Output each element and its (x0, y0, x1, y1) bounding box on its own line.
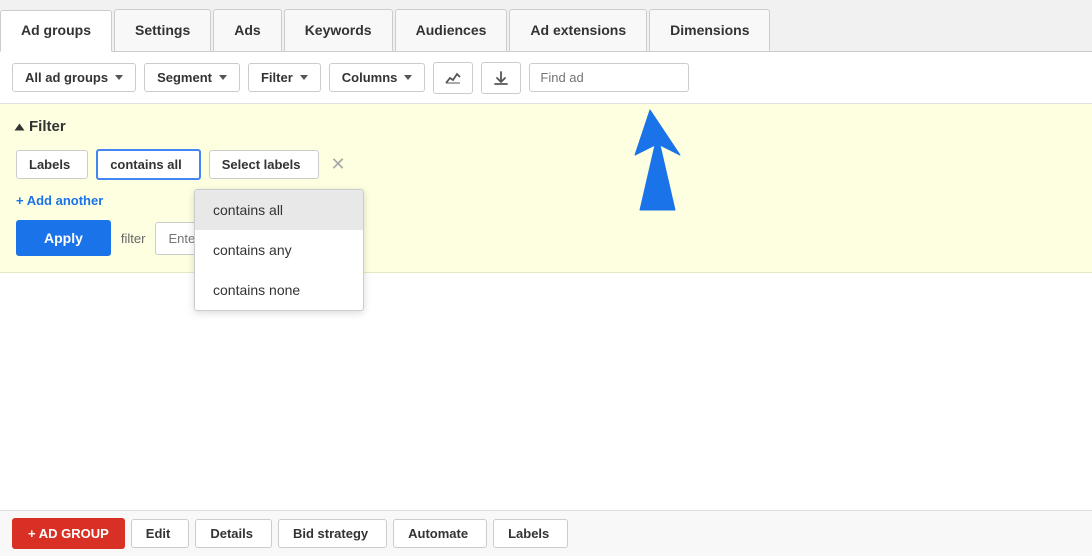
add-another-link[interactable]: + Add another (16, 193, 103, 208)
tab-settings[interactable]: Settings (114, 9, 211, 51)
filter-title: Filter (16, 118, 1076, 135)
tab-ads[interactable]: Ads (213, 9, 281, 51)
toolbar: All ad groups Segment Filter Columns (0, 52, 1092, 104)
all-ad-groups-button[interactable]: All ad groups (12, 63, 136, 92)
download-icon-button[interactable] (481, 62, 521, 94)
tab-audiences[interactable]: Audiences (395, 9, 508, 51)
labels-button[interactable]: Labels (493, 519, 568, 548)
chevron-down-icon (219, 75, 227, 80)
chevron-down-icon (300, 75, 308, 80)
automate-button[interactable]: Automate (393, 519, 487, 548)
filter-section: Filter Labels contains all Select labels… (0, 104, 1092, 273)
bid-strategy-button[interactable]: Bid strategy (278, 519, 387, 548)
find-ad-input[interactable] (529, 63, 689, 92)
tab-bar: Ad groups Settings Ads Keywords Audience… (0, 0, 1092, 52)
apply-row: Apply filter (16, 220, 1076, 256)
details-button[interactable]: Details (195, 519, 272, 548)
select-labels-dropdown[interactable]: Select labels (209, 150, 319, 179)
apply-button[interactable]: Apply (16, 220, 111, 256)
dropdown-item-contains-any[interactable]: contains any (195, 230, 363, 270)
contains-dropdown-menu: contains all contains any contains none (194, 189, 364, 311)
tab-ad-groups[interactable]: Ad groups (0, 10, 112, 52)
bottom-bar: + AD GROUP Edit Details Bid strategy Aut… (0, 510, 1092, 556)
contains-all-dropdown[interactable]: contains all (96, 149, 201, 180)
chart-icon (444, 69, 462, 87)
filter-row: Labels contains all Select labels ✕ cont… (16, 149, 1076, 180)
tab-dimensions[interactable]: Dimensions (649, 9, 770, 51)
tab-ad-extensions[interactable]: Ad extensions (509, 9, 647, 51)
triangle-icon (15, 123, 25, 130)
chevron-down-icon (115, 75, 123, 80)
labels-dropdown[interactable]: Labels (16, 150, 88, 179)
dropdown-item-contains-none[interactable]: contains none (195, 270, 363, 310)
tab-keywords[interactable]: Keywords (284, 9, 393, 51)
segment-button[interactable]: Segment (144, 63, 240, 92)
dropdown-item-contains-all[interactable]: contains all (195, 190, 363, 230)
chevron-down-icon (404, 75, 412, 80)
close-filter-button[interactable]: ✕ (331, 154, 346, 175)
edit-button[interactable]: Edit (131, 519, 190, 548)
download-icon (492, 69, 510, 87)
add-group-button[interactable]: + AD GROUP (12, 518, 125, 549)
filter-button[interactable]: Filter (248, 63, 321, 92)
save-filter-label: filter (121, 231, 146, 246)
chart-icon-button[interactable] (433, 62, 473, 94)
columns-button[interactable]: Columns (329, 63, 426, 92)
